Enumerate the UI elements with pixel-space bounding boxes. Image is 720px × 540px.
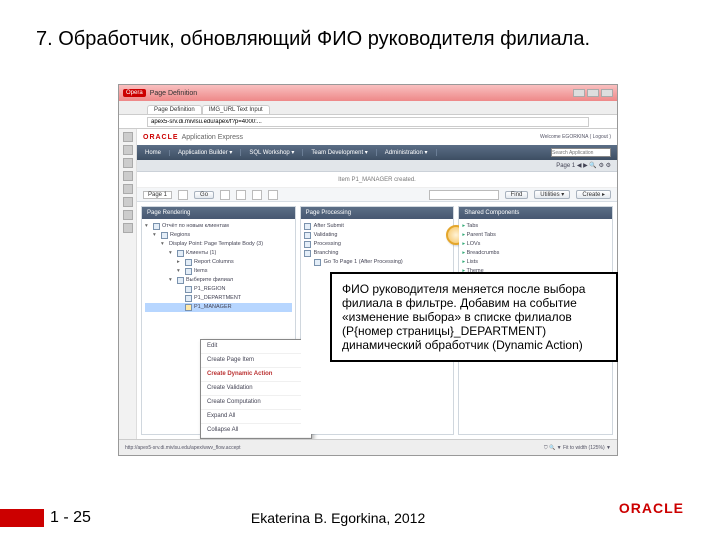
slide-title: 7. Обработчик, обновляющий ФИО руководит… bbox=[36, 28, 684, 51]
tree-filter[interactable]: ▾Выберите филиал bbox=[145, 276, 292, 285]
shared-parent-tabs[interactable]: Parent Tabs bbox=[462, 231, 609, 240]
url-bar bbox=[119, 115, 617, 129]
ctx-collapse-all[interactable]: Collapse All bbox=[201, 424, 311, 438]
page-label[interactable]: Page 1 bbox=[143, 191, 172, 199]
shared-lovs[interactable]: LOVs bbox=[462, 240, 609, 249]
tb-icon[interactable] bbox=[236, 190, 246, 200]
breadcrumb-bar: Page 1 ◀ ▶ 🔍 ⚙ ⚙ bbox=[137, 160, 617, 172]
tree-reportcols[interactable]: ▸Report Columns bbox=[145, 258, 292, 267]
proc-branch-1[interactable]: Go To Page 1 (After Processing) bbox=[304, 258, 451, 267]
tb-icon[interactable] bbox=[252, 190, 262, 200]
main-nav: Home Application Builder ▾ SQL Workshop … bbox=[137, 145, 617, 160]
screenshot-window: Opera Page Definition Page Definition IM… bbox=[118, 84, 618, 456]
find-button[interactable]: Find bbox=[505, 191, 529, 199]
tb-icon[interactable] bbox=[178, 190, 188, 200]
ctx-create-dynamic-action[interactable]: Create Dynamic Action bbox=[201, 368, 311, 382]
col-rendering-body: ▾Отчёт по новым клиентам ▾Regions ▾Displ… bbox=[142, 219, 295, 434]
browser-tabs: Page Definition IMG_URL Text Input bbox=[119, 101, 617, 115]
window-titlebar: Opera Page Definition bbox=[119, 85, 617, 101]
side-icon[interactable] bbox=[123, 184, 133, 194]
oracle-logo-text: ORACLE bbox=[143, 134, 179, 141]
nav-home[interactable]: Home bbox=[137, 150, 170, 156]
col-processing-header: Page Processing bbox=[301, 207, 454, 219]
page-switcher[interactable]: Page 1 ◀ ▶ 🔍 ⚙ ⚙ bbox=[556, 162, 611, 169]
proc-processing[interactable]: Processing bbox=[304, 240, 451, 249]
tree-item-manager[interactable]: P1_MANAGER bbox=[145, 303, 292, 312]
proc-after-submit[interactable]: After Submit bbox=[304, 222, 451, 231]
ctx-expand-all[interactable]: Expand All bbox=[201, 410, 311, 424]
col-shared-header: Shared Components bbox=[459, 207, 612, 219]
tab-page-def[interactable]: Page Definition bbox=[147, 105, 202, 114]
status-zoom[interactable]: ⛉ 🔍 ▼ Fit to width (125%) ▼ bbox=[544, 445, 611, 451]
nav-admin[interactable]: Administration ▾ bbox=[377, 149, 437, 156]
utilities-button[interactable]: Utilities ▾ bbox=[534, 190, 570, 199]
tab-img-url[interactable]: IMG_URL Text Input bbox=[202, 105, 270, 114]
side-icon[interactable] bbox=[123, 197, 133, 207]
brand-bar: ORACLE Application Express Welcome EGORK… bbox=[137, 129, 617, 145]
win-min[interactable] bbox=[573, 89, 585, 97]
col-rendering-header: Page Rendering bbox=[142, 207, 295, 219]
win-close[interactable] bbox=[601, 89, 613, 97]
col-rendering: Page Rendering ▾Отчёт по новым клиентам … bbox=[141, 206, 296, 435]
tree-item-department[interactable]: P1_DEPARTMENT bbox=[145, 294, 292, 303]
find-input[interactable] bbox=[429, 190, 499, 200]
create-button[interactable]: Create ▸ bbox=[576, 190, 611, 199]
url-input[interactable] bbox=[147, 117, 589, 127]
side-icon[interactable] bbox=[123, 132, 133, 142]
shared-tabs[interactable]: Tabs bbox=[462, 222, 609, 231]
tree-clients[interactable]: ▾Клиенты (1) bbox=[145, 249, 292, 258]
nav-team[interactable]: Team Development ▾ bbox=[303, 149, 376, 156]
tb-icon[interactable] bbox=[220, 190, 230, 200]
tree-item-region[interactable]: P1_REGION bbox=[145, 285, 292, 294]
welcome-text: Welcome EGORKINA ( Logout ) bbox=[540, 134, 611, 140]
context-menu: Edit Create Page Item Create Dynamic Act… bbox=[200, 339, 312, 439]
side-icon[interactable] bbox=[123, 145, 133, 155]
success-message: Item P1_MANAGER created. bbox=[137, 172, 617, 188]
page-number: 1 - 25 bbox=[50, 509, 91, 527]
shared-lists[interactable]: Lists bbox=[462, 258, 609, 267]
status-url: http://apex5-srv.di.mivlsu.edu/apex/wwv_… bbox=[125, 445, 241, 451]
nav-sql[interactable]: SQL Workshop ▾ bbox=[241, 149, 303, 156]
tb-icon[interactable] bbox=[268, 190, 278, 200]
proc-branching[interactable]: Branching bbox=[304, 249, 451, 258]
side-icon[interactable] bbox=[123, 223, 133, 233]
side-icon[interactable] bbox=[123, 158, 133, 168]
side-icon[interactable] bbox=[123, 210, 133, 220]
footer-author: Ekaterina B. Egorkina, 2012 bbox=[251, 510, 425, 526]
status-bar: http://apex5-srv.di.mivlsu.edu/apex/wwv_… bbox=[119, 439, 617, 455]
tree-regions[interactable]: ▾Regions bbox=[145, 231, 292, 240]
slide-footer: 1 - 25 Ekaterina B. Egorkina, 2012 bbox=[0, 504, 720, 532]
ctx-edit[interactable]: Edit bbox=[201, 340, 311, 354]
ctx-create-validation[interactable]: Create Validation bbox=[201, 382, 311, 396]
window-tab-title: Page Definition bbox=[150, 90, 569, 97]
ctx-create-page-item[interactable]: Create Page Item bbox=[201, 354, 311, 368]
tree-root[interactable]: ▾Отчёт по новым клиентам bbox=[145, 222, 292, 231]
win-max[interactable] bbox=[587, 89, 599, 97]
tree-displaypoint[interactable]: ▾Display Point: Page Template Body (3) bbox=[145, 240, 292, 249]
shared-breadcrumbs[interactable]: Breadcrumbs bbox=[462, 249, 609, 258]
annotation-callout: ФИО руководителя меняется после выбора ф… bbox=[330, 272, 618, 362]
opera-sidebar bbox=[119, 129, 137, 439]
nav-search-input[interactable] bbox=[551, 148, 611, 157]
go-button[interactable]: Go bbox=[194, 191, 214, 199]
footer-redbar bbox=[0, 509, 44, 527]
side-icon[interactable] bbox=[123, 171, 133, 181]
toolbar: Page 1 Go Find Utilities ▾ Create ▸ bbox=[137, 188, 617, 202]
ctx-create-computation[interactable]: Create Computation bbox=[201, 396, 311, 410]
nav-builder[interactable]: Application Builder ▾ bbox=[170, 149, 241, 156]
proc-validating[interactable]: Validating bbox=[304, 231, 451, 240]
tree-items[interactable]: ▾Items bbox=[145, 267, 292, 276]
opera-badge: Opera bbox=[123, 89, 146, 97]
product-name: Application Express bbox=[182, 134, 243, 141]
